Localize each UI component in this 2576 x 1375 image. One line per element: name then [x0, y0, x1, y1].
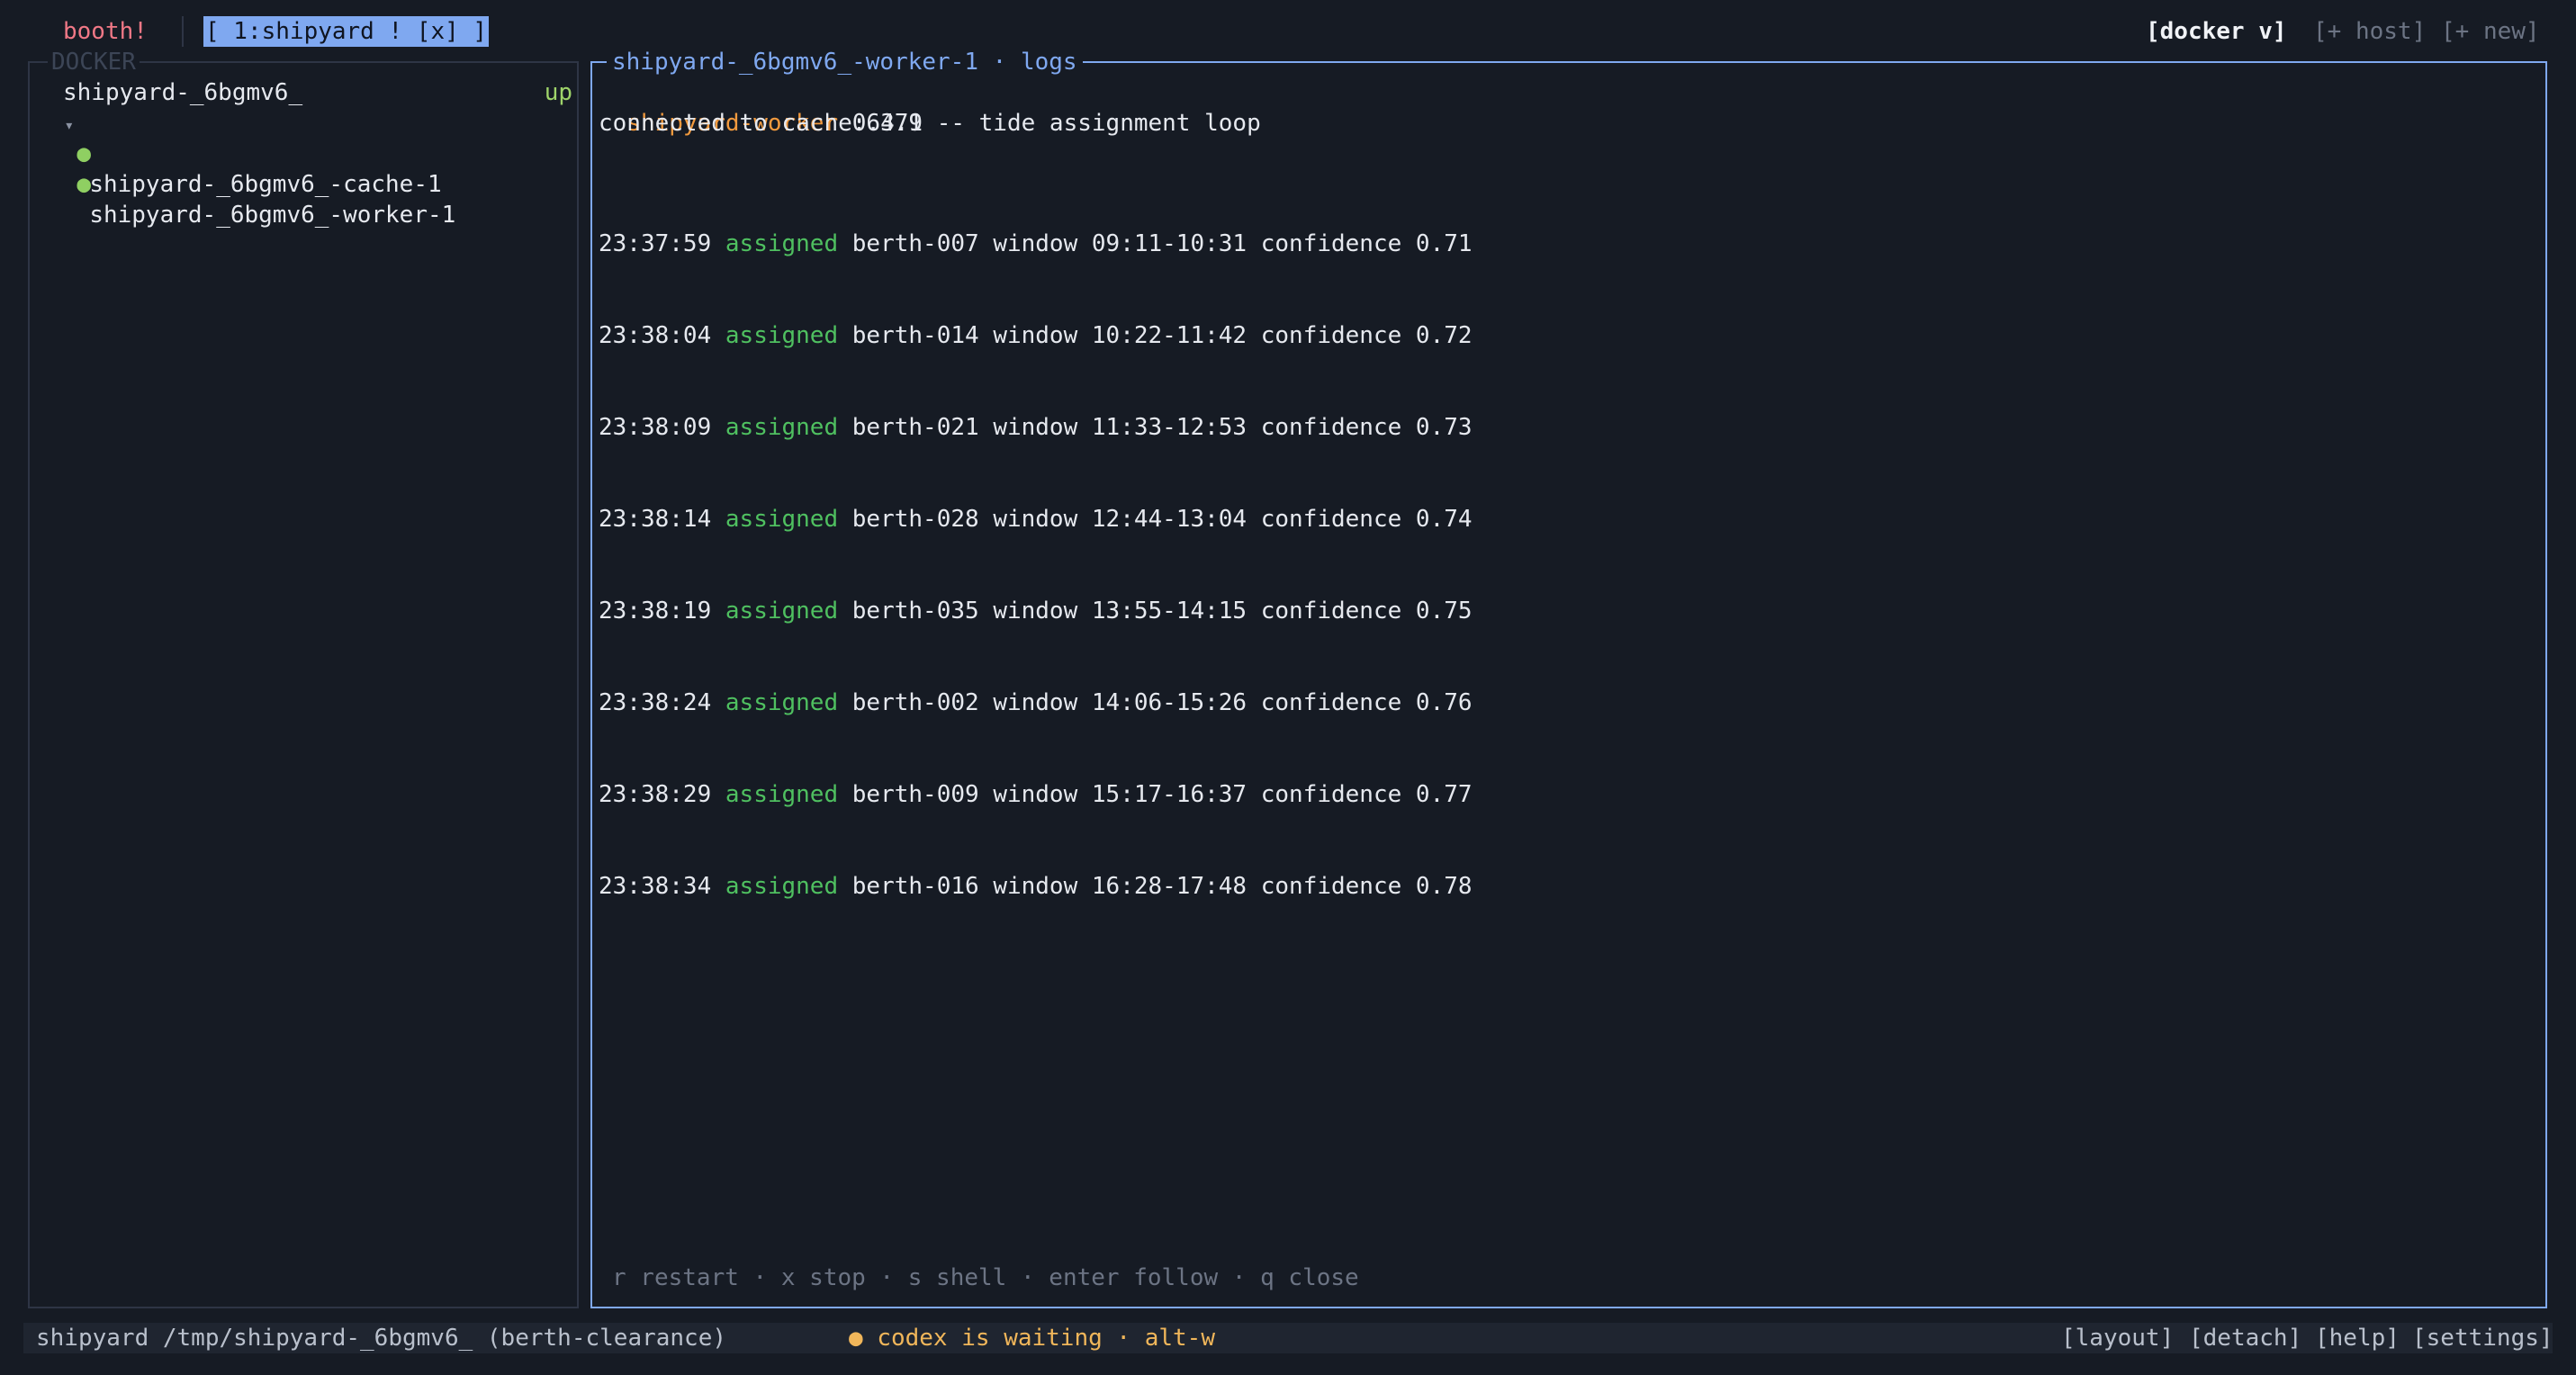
running-dot-icon: ● — [77, 171, 91, 198]
log-entry: 23:37:59 assigned berth-007 window 09:11… — [599, 229, 1473, 259]
log-time: 23:38:34 — [599, 873, 712, 900]
log-time: 23:38:24 — [599, 689, 712, 716]
log-time: 23:38:29 — [599, 781, 712, 808]
close-hint[interactable]: q close — [1260, 1264, 1359, 1291]
log-action: assigned — [725, 781, 839, 808]
restart-hint[interactable]: r restart — [612, 1264, 739, 1291]
waiting-text: codex is waiting · alt-w — [877, 1325, 1215, 1352]
follow-hint[interactable]: enter follow — [1049, 1264, 1218, 1291]
log-detail: berth-016 window 16:28-17:48 confidence … — [851, 873, 1473, 900]
log-time: 23:38:09 — [599, 414, 712, 441]
status-path: shipyard /tmp/shipyard-_6bgmv6_ (berth-c… — [36, 1325, 727, 1352]
add-host-button[interactable]: [+ host] — [2313, 16, 2426, 47]
app-brand: booth! — [63, 18, 148, 45]
log-entry: 23:38:29 assigned berth-009 window 15:17… — [599, 779, 1473, 810]
log-entry-list: 23:37:59 assigned berth-007 window 09:11… — [599, 167, 1473, 932]
log-action: assigned — [725, 230, 839, 257]
log-entry: 23:38:04 assigned berth-014 window 10:22… — [599, 320, 1473, 351]
log-action: assigned — [725, 598, 839, 625]
settings-button[interactable]: [settings] — [2412, 1323, 2553, 1353]
log-connected-line: connected to cache:6379 — [599, 110, 923, 137]
shell-hint[interactable]: s shell — [908, 1264, 1007, 1291]
sidebar-item-worker[interactable]: ● shipyard-_6bgmv6_-worker-1 — [49, 139, 455, 230]
log-time: 23:38:14 — [599, 506, 712, 533]
project-status-badge: up — [544, 79, 572, 106]
log-detail: berth-021 window 11:33-12:53 confidence … — [851, 414, 1473, 441]
sidebar-title: DOCKER — [48, 47, 140, 77]
tab-shipyard[interactable]: [ 1:shipyard ! [x] ] — [203, 16, 490, 47]
log-time: 23:38:04 — [599, 322, 712, 349]
tab-divider — [182, 16, 184, 47]
hint-separator: · — [738, 1264, 781, 1291]
log-time: 23:38:19 — [599, 598, 712, 625]
hint-separator: · — [1218, 1264, 1261, 1291]
container-name: shipyard-_6bgmv6_-worker-1 — [89, 202, 456, 229]
log-detail: berth-002 window 14:06-15:26 confidence … — [851, 689, 1473, 716]
log-detail: berth-028 window 12:44-13:04 confidence … — [851, 506, 1473, 533]
log-detail: berth-009 window 15:17-16:37 confidence … — [851, 781, 1473, 808]
log-action: assigned — [725, 322, 839, 349]
detach-button[interactable]: [detach] — [2189, 1323, 2301, 1353]
hint-separator: · — [865, 1264, 908, 1291]
logs-panel-title: shipyard-_6bgmv6_-worker-1 · logs — [607, 47, 1083, 77]
log-entry: 23:38:34 assigned berth-016 window 16:28… — [599, 871, 1473, 902]
project-name: shipyard-_6bgmv6_ — [63, 79, 303, 106]
log-detail: berth-035 window 13:55-14:15 confidence … — [851, 598, 1473, 625]
stop-hint[interactable]: x stop — [781, 1264, 866, 1291]
help-button[interactable]: [help] — [2315, 1323, 2400, 1353]
docker-menu-button[interactable]: [docker v] — [2146, 16, 2287, 47]
log-action: assigned — [725, 414, 839, 441]
log-action: assigned — [725, 873, 839, 900]
waiting-notice[interactable]: ● codex is waiting · alt-w — [849, 1323, 1215, 1353]
log-entry: 23:38:14 assigned berth-028 window 12:44… — [599, 504, 1473, 535]
log-time: 23:37:59 — [599, 230, 712, 257]
waiting-dot-icon: ● — [849, 1325, 863, 1352]
add-new-button[interactable]: [+ new] — [2441, 16, 2540, 47]
key-hints: r restart · x stop · s shell · enter fol… — [612, 1263, 1359, 1293]
log-action: assigned — [725, 689, 839, 716]
docker-sidebar — [28, 61, 579, 1308]
log-action: assigned — [725, 506, 839, 533]
hint-separator: · — [1006, 1264, 1049, 1291]
log-entry: 23:38:24 assigned berth-002 window 14:06… — [599, 688, 1473, 718]
layout-button[interactable]: [layout] — [2061, 1323, 2174, 1353]
log-entry: 23:38:09 assigned berth-021 window 11:33… — [599, 412, 1473, 443]
log-entry: 23:38:19 assigned berth-035 window 13:55… — [599, 596, 1473, 626]
log-detail: berth-007 window 09:11-10:31 confidence … — [851, 230, 1473, 257]
log-detail: berth-014 window 10:22-11:42 confidence … — [851, 322, 1473, 349]
